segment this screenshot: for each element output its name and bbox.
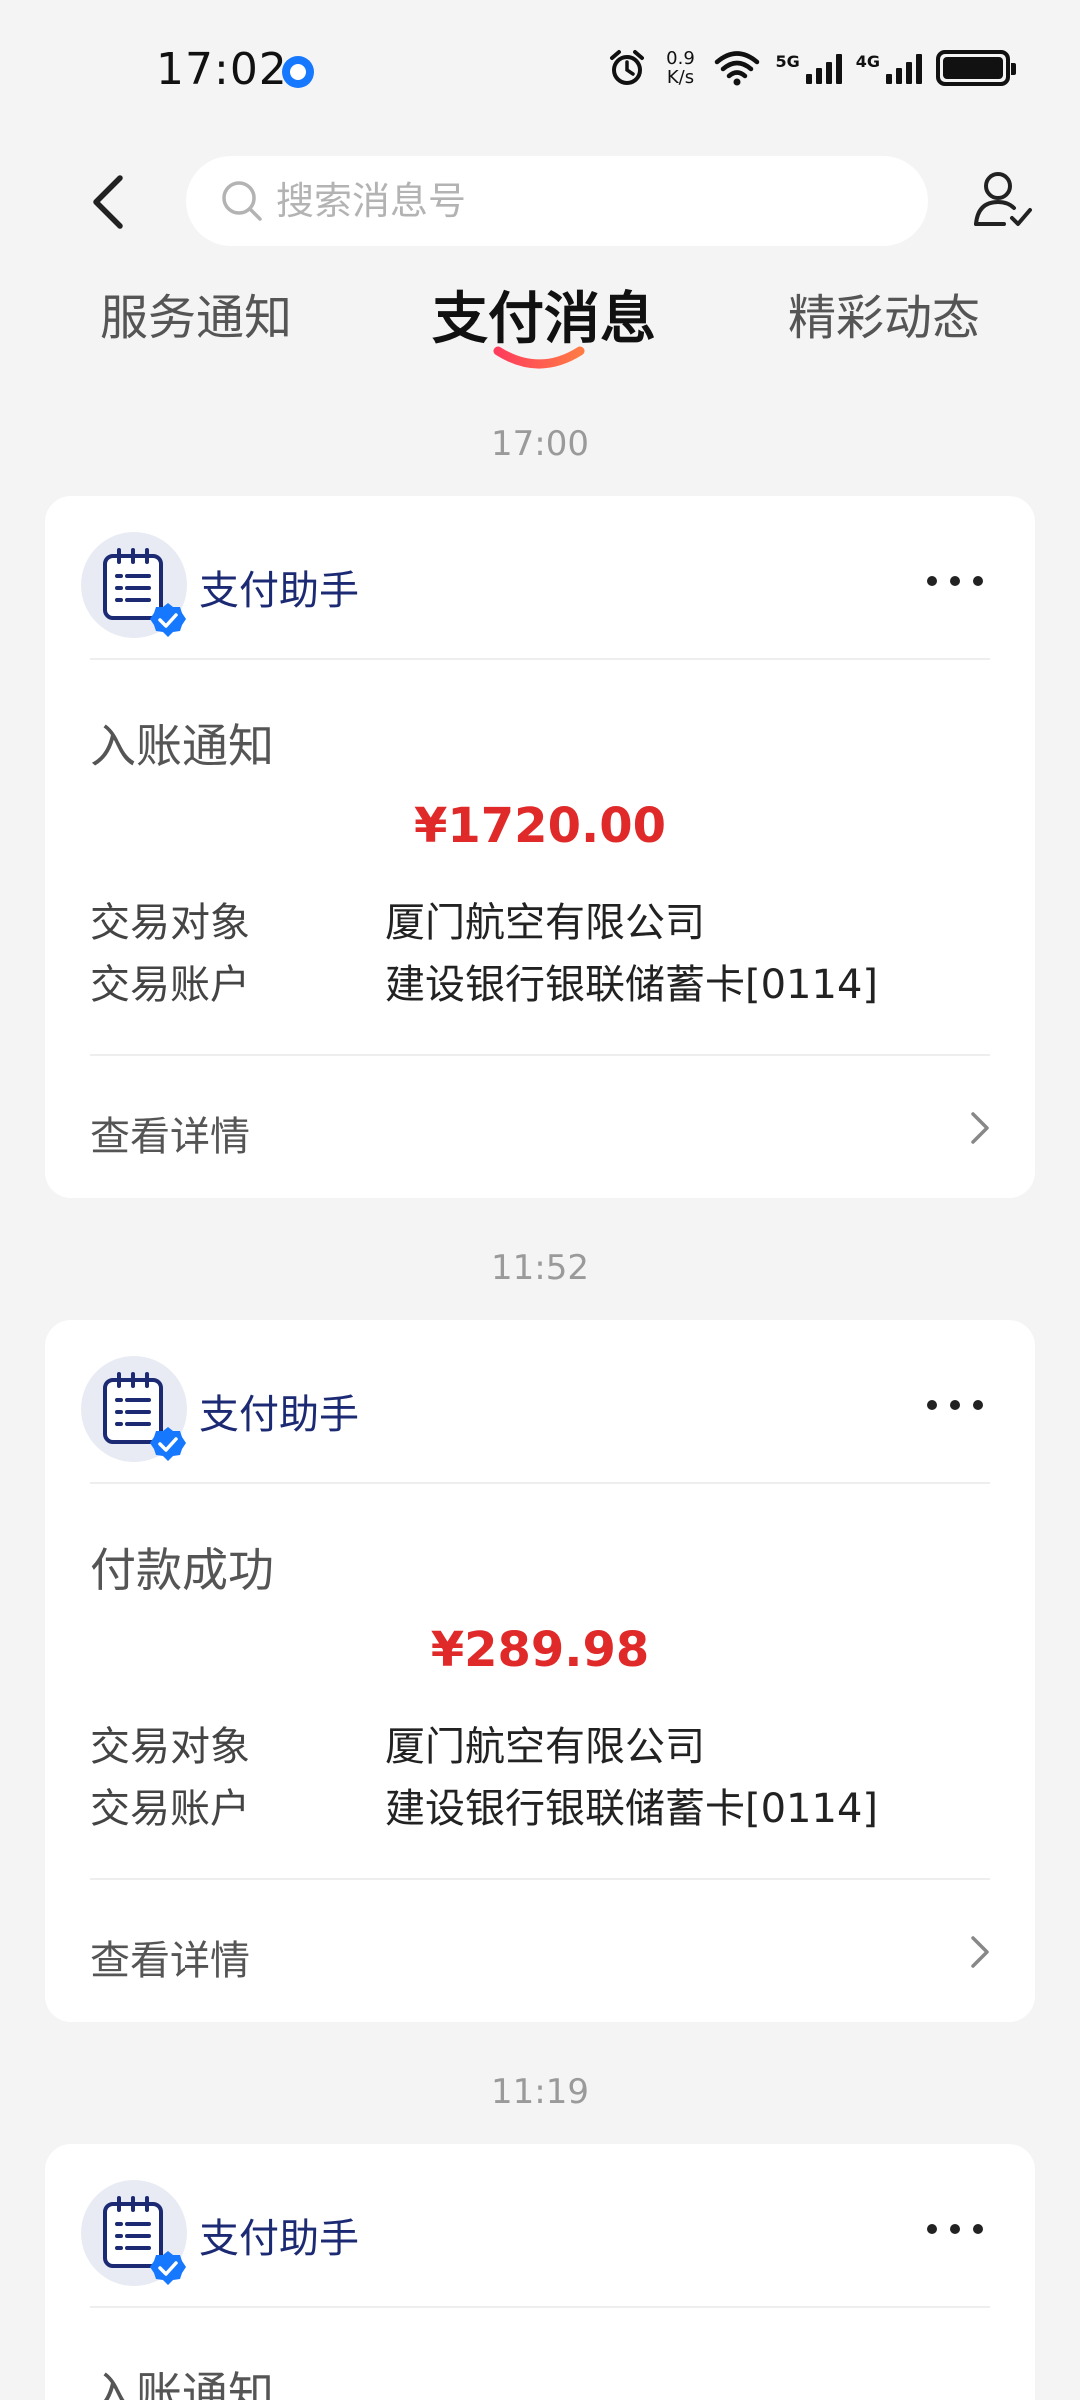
signal-strength-primary-icon: [805, 52, 842, 84]
message-timestamp: 11:52: [491, 1248, 589, 1288]
message-timestamp: 17:00: [491, 424, 589, 464]
transaction-amount: ¥1720.00: [413, 798, 667, 854]
network-type-secondary: 4G: [855, 52, 880, 71]
card-header[interactable]: 支付助手: [45, 2144, 1035, 2308]
message-timestamp: 11:19: [491, 2072, 589, 2112]
status-time: 17:02: [156, 44, 288, 95]
more-options-icon[interactable]: [925, 574, 985, 588]
account-value: 建设银行银联储蓄卡[0114]: [385, 1786, 879, 1832]
transaction-amount: ¥289.98: [430, 1622, 650, 1678]
contact-settings-icon[interactable]: [970, 168, 1034, 232]
search-bar[interactable]: [186, 156, 928, 246]
network-speed: 0.9 K/s: [661, 49, 699, 87]
back-arrow-icon[interactable]: [80, 170, 144, 234]
network-speed-value: 0.9: [666, 48, 695, 69]
counterparty-value: 厦门航空有限公司: [385, 1724, 705, 1770]
active-tab-indicator: [493, 346, 585, 369]
verified-badge-icon: [150, 603, 186, 637]
view-details-link[interactable]: 查看详情: [45, 1058, 1035, 1198]
sender-name: 支付助手: [199, 1392, 359, 1438]
card-header[interactable]: 支付助手: [45, 496, 1035, 660]
message-card: 支付助手 入账通知: [45, 2144, 1035, 2400]
notice-title: 入账通知: [90, 719, 274, 773]
divider: [90, 1482, 990, 1484]
sender-name: 支付助手: [199, 568, 359, 614]
account-label: 交易账户: [90, 1786, 250, 1832]
counterparty-label: 交易对象: [90, 1724, 250, 1770]
chevron-right-icon: [971, 1112, 989, 1144]
view-details-link[interactable]: 查看详情: [45, 1882, 1035, 2022]
view-details-label: 查看详情: [90, 1938, 250, 1984]
verified-badge-icon: [150, 2251, 186, 2285]
view-details-label: 查看详情: [90, 1114, 250, 1160]
tab-payment-messages[interactable]: 支付消息: [432, 274, 656, 355]
more-options-icon[interactable]: [925, 2222, 985, 2236]
verified-badge-icon: [150, 1427, 186, 1461]
counterparty-value: 厦门航空有限公司: [385, 900, 705, 946]
chevron-right-icon: [971, 1936, 989, 1968]
notice-title: 入账通知: [90, 2367, 274, 2400]
more-options-icon[interactable]: [925, 1398, 985, 1412]
search-icon: [222, 181, 262, 221]
divider: [90, 658, 990, 660]
account-value: 建设银行银联储蓄卡[0114]: [385, 962, 879, 1008]
network-speed-unit: K/s: [666, 67, 695, 88]
divider: [90, 1054, 990, 1056]
status-icons: 0.9 K/s 5G 4G: [607, 48, 1016, 88]
divider: [90, 2306, 990, 2308]
message-card: 支付助手 付款成功 ¥289.98 交易对象 厦门航空有限公司 交易账户 建设银…: [45, 1320, 1035, 2022]
status-bar: 17:02 0.9 K/s 5G 4G: [0, 0, 1080, 130]
divider: [90, 1878, 990, 1880]
tab-highlights[interactable]: 精彩动态: [788, 278, 980, 348]
message-card: 支付助手 入账通知 ¥1720.00 交易对象 厦门航空有限公司 交易账户 建设…: [45, 496, 1035, 1198]
counterparty-label: 交易对象: [90, 900, 250, 946]
wifi-icon: [715, 51, 760, 86]
card-header[interactable]: 支付助手: [45, 1320, 1035, 1484]
signal-strength-secondary-icon: [886, 52, 922, 84]
alarm-icon: [610, 50, 645, 85]
search-input[interactable]: [276, 179, 876, 223]
tab-service-notice[interactable]: 服务通知: [100, 278, 292, 348]
network-type-primary: 5G: [775, 52, 800, 71]
app-notification-icon: [282, 56, 314, 88]
sender-name: 支付助手: [199, 2216, 359, 2262]
account-label: 交易账户: [90, 962, 250, 1008]
notice-title: 付款成功: [90, 1543, 274, 1597]
battery-icon: [936, 50, 1016, 86]
